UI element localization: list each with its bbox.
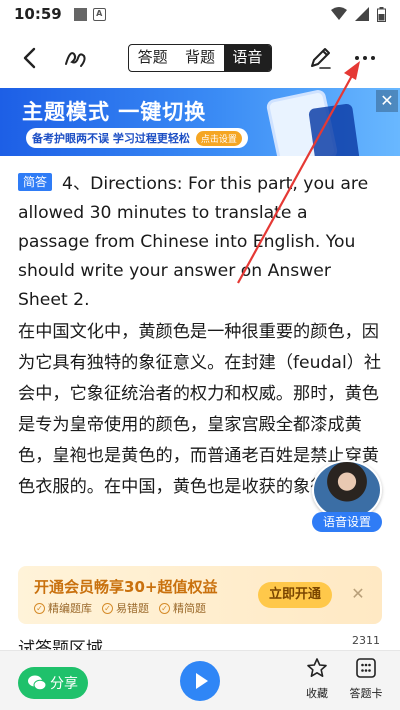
answer-card-icon bbox=[356, 658, 376, 678]
share-label: 分享 bbox=[50, 676, 78, 692]
play-icon bbox=[196, 673, 208, 689]
vip-features: ✓ 精编题库 ✓ 易错题 ✓ 精简题 bbox=[34, 600, 206, 616]
banner-close-button[interactable]: ✕ bbox=[376, 90, 398, 112]
status-icons bbox=[331, 6, 386, 22]
more-options-button[interactable] bbox=[352, 46, 378, 70]
favorite-label: 收藏 bbox=[306, 687, 328, 700]
wifi-icon bbox=[331, 7, 347, 20]
wechat-icon bbox=[28, 675, 46, 691]
answer-card-button[interactable]: 答题卡 bbox=[346, 657, 386, 707]
check-icon: ✓ bbox=[102, 602, 113, 614]
voice-settings-label: 语音设置 bbox=[312, 512, 382, 532]
more-dot-icon bbox=[355, 56, 359, 60]
vip-feature-label: 易错题 bbox=[116, 602, 149, 615]
banner-title: 主题模式 一键切换 bbox=[22, 100, 207, 124]
battery-icon bbox=[377, 6, 386, 22]
vip-close-button[interactable]: ✕ bbox=[348, 584, 368, 604]
more-dot-icon bbox=[363, 56, 367, 60]
mode-segmented-control: 答题 背题 语音 bbox=[128, 44, 272, 72]
vip-title: 开通会员畅享30+超值权益 bbox=[34, 578, 218, 596]
pen-icon[interactable] bbox=[306, 44, 334, 72]
vip-feature-label: 精编题库 bbox=[48, 602, 92, 615]
close-icon: ✕ bbox=[380, 91, 394, 110]
back-icon[interactable] bbox=[18, 45, 44, 71]
more-dot-icon bbox=[371, 56, 375, 60]
play-button[interactable] bbox=[180, 661, 220, 701]
vip-feature: ✓ 精编题库 bbox=[34, 600, 92, 616]
banner-subtitle-pill: 备考护眼两不误 学习过程更轻松 点击设置 bbox=[26, 128, 248, 148]
phone-illustration-icon bbox=[308, 103, 360, 156]
banner-settings-button[interactable]: 点击设置 bbox=[195, 130, 242, 146]
tab-answer[interactable]: 答题 bbox=[129, 45, 176, 71]
bottom-bar: 分享 收藏 答题卡 bbox=[0, 650, 400, 710]
star-icon bbox=[307, 658, 327, 677]
vip-feature-label: 精简题 bbox=[173, 602, 206, 615]
answer-card-label: 答题卡 bbox=[349, 687, 383, 700]
top-toolbar: 答题 背题 语音 bbox=[0, 36, 400, 80]
vip-open-button[interactable]: 立即开通 bbox=[258, 582, 332, 608]
signal-icon bbox=[355, 7, 369, 21]
question-type-badge: 简答 bbox=[18, 173, 53, 191]
vip-feature: ✓ 精简题 bbox=[159, 600, 206, 616]
vip-promo-bar: 开通会员畅享30+超值权益 ✓ 精编题库 ✓ 易错题 ✓ 精简题 立即开通 ✕ bbox=[18, 566, 382, 624]
check-icon: ✓ bbox=[34, 602, 45, 614]
status-time: 10:59 bbox=[14, 5, 62, 23]
voice-avatar bbox=[312, 460, 382, 520]
voice-settings-button[interactable]: 语音设置 bbox=[312, 460, 382, 532]
notification-icon bbox=[73, 7, 87, 21]
status-bar: 10:59 A bbox=[0, 0, 400, 28]
theme-mode-banner[interactable]: 主题模式 一键切换 备考护眼两不误 学习过程更轻松 点击设置 bbox=[0, 88, 400, 156]
tab-memorize[interactable]: 背题 bbox=[176, 45, 223, 71]
banner-subtitle: 备考护眼两不误 学习过程更轻松 bbox=[32, 132, 190, 145]
word-count: 2311 bbox=[352, 634, 380, 647]
favorite-button[interactable]: 收藏 bbox=[300, 657, 334, 707]
vip-feature: ✓ 易错题 bbox=[102, 600, 149, 616]
a-notification-icon: A bbox=[92, 7, 106, 21]
question-text: 4、Directions: For this part, you are all… bbox=[18, 174, 369, 310]
question-prompt: 简答 4、Directions: For this part, you are a… bbox=[18, 170, 382, 315]
tab-voice[interactable]: 语音 bbox=[223, 45, 271, 71]
check-icon: ✓ bbox=[159, 602, 170, 614]
scribble-icon[interactable] bbox=[62, 44, 90, 72]
share-button[interactable]: 分享 bbox=[18, 667, 88, 699]
